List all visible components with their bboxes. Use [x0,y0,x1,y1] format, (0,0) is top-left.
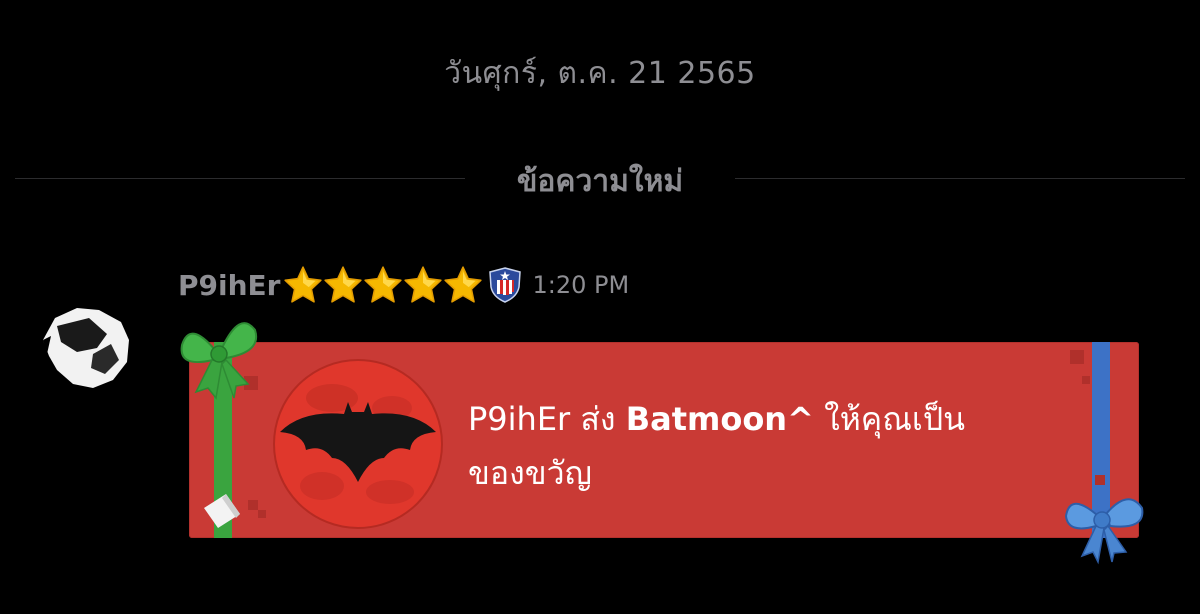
blue-bow-icon [1064,498,1144,565]
gift-message: P9ihEr ส่ง Batmoon^ ให้คุณเป็น ของขวัญ [468,392,1068,500]
gift-verb: ส่ง [580,400,616,438]
gift-tag-icon [204,494,240,528]
chat-view: วันศุกร์, ต.ค. 21 2565 ข้อความใหม่ P9ihE… [0,0,1200,614]
gift-suffix-2: ของขวัญ [468,454,592,492]
batmoon-icon [273,359,443,529]
gift-sender: P9ihEr [468,400,571,438]
gift-decorations [180,322,1144,565]
gift-suffix-1: ให้คุณเป็น [824,400,965,438]
gift-item-name[interactable]: Batmoon^ [626,400,814,438]
